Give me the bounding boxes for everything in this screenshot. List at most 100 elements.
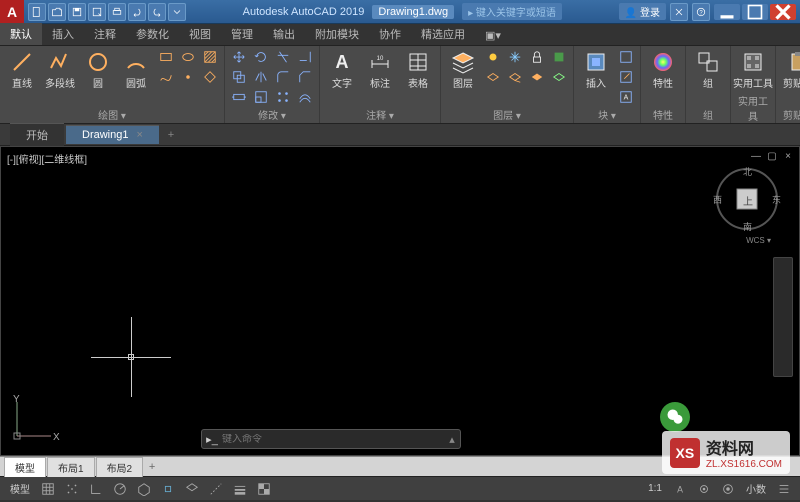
status-3dosnap-icon[interactable] bbox=[182, 480, 202, 498]
panel-layers-title[interactable]: 图层 ▾ bbox=[445, 106, 569, 123]
viewport-label[interactable]: [-][俯视][二维线框] bbox=[7, 151, 87, 166]
dimension-button[interactable]: 10标注 bbox=[362, 48, 398, 92]
tab-default[interactable]: 默认 bbox=[0, 23, 42, 45]
tab-addins[interactable]: 附加模块 bbox=[305, 23, 369, 45]
layer-prev-icon[interactable] bbox=[505, 68, 525, 86]
qat-plot-icon[interactable] bbox=[108, 3, 126, 21]
file-tab-add-icon[interactable]: + bbox=[161, 126, 181, 144]
navigation-bar[interactable] bbox=[773, 257, 793, 377]
layer-properties-button[interactable]: 图层 bbox=[445, 48, 481, 92]
status-lwt-icon[interactable] bbox=[230, 480, 250, 498]
trim-icon[interactable] bbox=[273, 48, 293, 66]
panel-annotate-title[interactable]: 注释 ▾ bbox=[324, 106, 436, 123]
layer-match-icon[interactable] bbox=[483, 68, 503, 86]
tab-output[interactable]: 输出 bbox=[263, 23, 305, 45]
viewcube[interactable]: 上 北 南 西 东 WCS ▾ bbox=[715, 167, 779, 231]
exchange-icon[interactable] bbox=[670, 3, 688, 21]
panel-modify-title[interactable]: 修改 ▾ bbox=[229, 106, 315, 123]
command-history-icon[interactable]: ▴ bbox=[444, 433, 460, 446]
status-units[interactable]: 小数 bbox=[742, 481, 770, 496]
tab-expand-icon[interactable]: ▣▾ bbox=[475, 26, 511, 45]
qat-dropdown-icon[interactable] bbox=[168, 3, 186, 21]
help-icon[interactable]: ? bbox=[692, 3, 710, 21]
clipboard-button[interactable]: 剪贴板 bbox=[780, 48, 800, 92]
command-input[interactable] bbox=[222, 434, 444, 445]
vp-maximize-icon[interactable]: ▢ bbox=[765, 149, 779, 163]
table-button[interactable]: 表格 bbox=[400, 48, 436, 92]
vp-close-icon[interactable]: × bbox=[781, 149, 795, 163]
signin-button[interactable]: 👤 登录 bbox=[619, 3, 666, 20]
point-icon[interactable] bbox=[178, 68, 198, 86]
title-search[interactable]: ▸ 键入关键字或短语 bbox=[462, 3, 562, 20]
polyline-button[interactable]: 多段线 bbox=[42, 48, 78, 92]
layout-tab-layout2[interactable]: 布局2 bbox=[96, 457, 144, 477]
ucs-icon[interactable]: Y X bbox=[9, 394, 59, 447]
copy-icon[interactable] bbox=[229, 68, 249, 86]
status-transparency-icon[interactable] bbox=[254, 480, 274, 498]
qat-new-icon[interactable] bbox=[28, 3, 46, 21]
layout-tab-add-icon[interactable]: + bbox=[144, 461, 160, 473]
utilities-button[interactable]: 实用工具 bbox=[735, 48, 771, 92]
vp-minimize-icon[interactable]: — bbox=[749, 149, 763, 163]
rotate-icon[interactable] bbox=[251, 48, 271, 66]
properties-button[interactable]: 特性 bbox=[645, 48, 681, 92]
minimize-button[interactable] bbox=[714, 4, 740, 20]
status-isodraft-icon[interactable] bbox=[134, 480, 154, 498]
text-button[interactable]: A文字 bbox=[324, 48, 360, 92]
qat-saveas-icon[interactable] bbox=[88, 3, 106, 21]
ellipse-icon[interactable] bbox=[178, 48, 198, 66]
layer-off-icon[interactable] bbox=[483, 48, 503, 66]
layer-iso-icon[interactable] bbox=[527, 68, 547, 86]
qat-undo-icon[interactable] bbox=[128, 3, 146, 21]
create-block-icon[interactable] bbox=[616, 48, 636, 66]
line-button[interactable]: 直线 bbox=[4, 48, 40, 92]
edit-block-icon[interactable] bbox=[616, 68, 636, 86]
app-logo[interactable]: A bbox=[0, 0, 24, 24]
offset-icon[interactable] bbox=[295, 88, 315, 106]
group-button[interactable]: 组 bbox=[690, 48, 726, 92]
status-osnap-icon[interactable] bbox=[158, 480, 178, 498]
panel-draw-title[interactable]: 绘图 ▾ bbox=[4, 106, 220, 123]
region-icon[interactable] bbox=[200, 68, 220, 86]
move-icon[interactable] bbox=[229, 48, 249, 66]
status-gear-icon[interactable] bbox=[694, 480, 714, 498]
arc-button[interactable]: 圆弧 bbox=[118, 48, 154, 92]
qat-save-icon[interactable] bbox=[68, 3, 86, 21]
close-button[interactable] bbox=[770, 4, 796, 20]
mirror-icon[interactable] bbox=[251, 68, 271, 86]
status-ortho-icon[interactable] bbox=[86, 480, 106, 498]
qat-open-icon[interactable] bbox=[48, 3, 66, 21]
command-icon[interactable]: ▸_ bbox=[202, 433, 222, 446]
tab-annotate[interactable]: 注释 bbox=[84, 23, 126, 45]
file-tab-close-icon[interactable]: × bbox=[136, 129, 142, 141]
tab-view[interactable]: 视图 bbox=[179, 23, 221, 45]
command-line[interactable]: ▸_ ▴ bbox=[201, 429, 461, 449]
layout-tab-layout1[interactable]: 布局1 bbox=[47, 457, 95, 477]
rect-icon[interactable] bbox=[156, 48, 176, 66]
stretch-icon[interactable] bbox=[229, 88, 249, 106]
layer-more-icon[interactable] bbox=[549, 68, 569, 86]
spline-icon[interactable] bbox=[156, 68, 176, 86]
chamfer-icon[interactable] bbox=[295, 68, 315, 86]
extend-icon[interactable] bbox=[295, 48, 315, 66]
tab-manage[interactable]: 管理 bbox=[221, 23, 263, 45]
hatch-icon[interactable] bbox=[200, 48, 220, 66]
insert-block-button[interactable]: 插入 bbox=[578, 48, 614, 92]
status-polar-icon[interactable] bbox=[110, 480, 130, 498]
status-anno-icon[interactable]: A bbox=[670, 480, 690, 498]
circle-button[interactable]: 圆 bbox=[80, 48, 116, 92]
layer-color-icon[interactable] bbox=[549, 48, 569, 66]
panel-block-title[interactable]: 块 ▾ bbox=[578, 106, 636, 123]
fillet-icon[interactable] bbox=[273, 68, 293, 86]
status-customize-icon[interactable] bbox=[774, 480, 794, 498]
maximize-button[interactable] bbox=[742, 4, 768, 20]
edit-attr-icon[interactable]: A bbox=[616, 88, 636, 106]
tab-featured[interactable]: 精选应用 bbox=[411, 23, 475, 45]
status-snap-icon[interactable] bbox=[62, 480, 82, 498]
status-scale[interactable]: 1:1 bbox=[644, 483, 666, 494]
tab-insert[interactable]: 插入 bbox=[42, 23, 84, 45]
tab-parametric[interactable]: 参数化 bbox=[126, 23, 179, 45]
layer-lock-icon[interactable] bbox=[527, 48, 547, 66]
status-workspace-icon[interactable] bbox=[718, 480, 738, 498]
file-tab-start[interactable]: 开始 bbox=[10, 123, 64, 146]
